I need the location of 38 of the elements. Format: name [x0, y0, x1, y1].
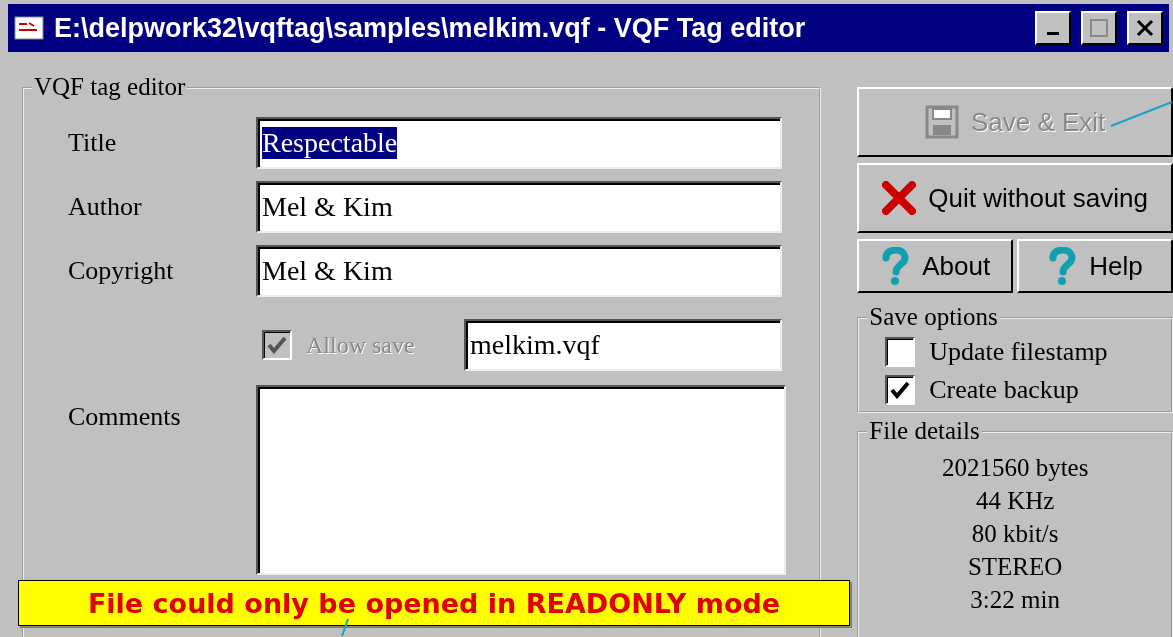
detail-text: 2021560 bytes — [941, 453, 1089, 483]
checkbox-label: Create backup — [929, 375, 1079, 405]
checkbox[interactable] — [885, 337, 916, 367]
field-label: Author — [67, 191, 143, 223]
maximize-icon — [1090, 19, 1108, 37]
detail-text: STEREO — [967, 552, 1063, 582]
close-icon — [1136, 19, 1154, 37]
text-field[interactable]: Respectable — [256, 117, 782, 169]
leader-line — [340, 618, 350, 637]
checkbox-label: Update filestamp — [929, 337, 1108, 367]
text-field[interactable]: Mel & Kim — [256, 245, 782, 297]
detail-text: 80 kbit/s — [971, 519, 1059, 549]
checkbox-label: Allow save — [305, 331, 416, 360]
quit-button[interactable]: Quit without saving — [857, 163, 1173, 233]
help-button[interactable]: Help — [1017, 239, 1173, 293]
field-label: Comments — [67, 401, 182, 433]
detail-text: 44 KHz — [975, 486, 1055, 516]
minimize-button[interactable] — [1035, 11, 1071, 45]
check-mark-icon — [267, 336, 287, 354]
filename-field[interactable]: melkim.vqf — [464, 319, 782, 371]
question-mark-icon — [880, 247, 911, 285]
readonly-banner: File could only be opened in READONLY mode — [18, 580, 850, 626]
check-mark-icon — [890, 381, 911, 399]
close-button[interactable] — [1127, 11, 1163, 45]
detail-text: 3:22 min — [970, 585, 1060, 615]
minimize-icon — [1047, 31, 1059, 35]
field-label: Title — [67, 127, 118, 159]
app-icon — [14, 16, 44, 40]
field-label: Copyright — [67, 255, 175, 287]
question-mark-icon — [1047, 247, 1078, 285]
window-title: E:\delpwork32\vqftag\samples\melkim.vqf - VQF Tag editor — [54, 12, 807, 44]
text-field[interactable]: Mel & Kim — [256, 181, 782, 233]
cross-icon — [882, 181, 917, 215]
maximize-button[interactable] — [1081, 11, 1117, 45]
about-button[interactable]: About — [857, 239, 1014, 293]
leader-line — [1110, 100, 1173, 130]
checkbox[interactable] — [885, 375, 916, 405]
comments-field[interactable] — [256, 385, 786, 575]
